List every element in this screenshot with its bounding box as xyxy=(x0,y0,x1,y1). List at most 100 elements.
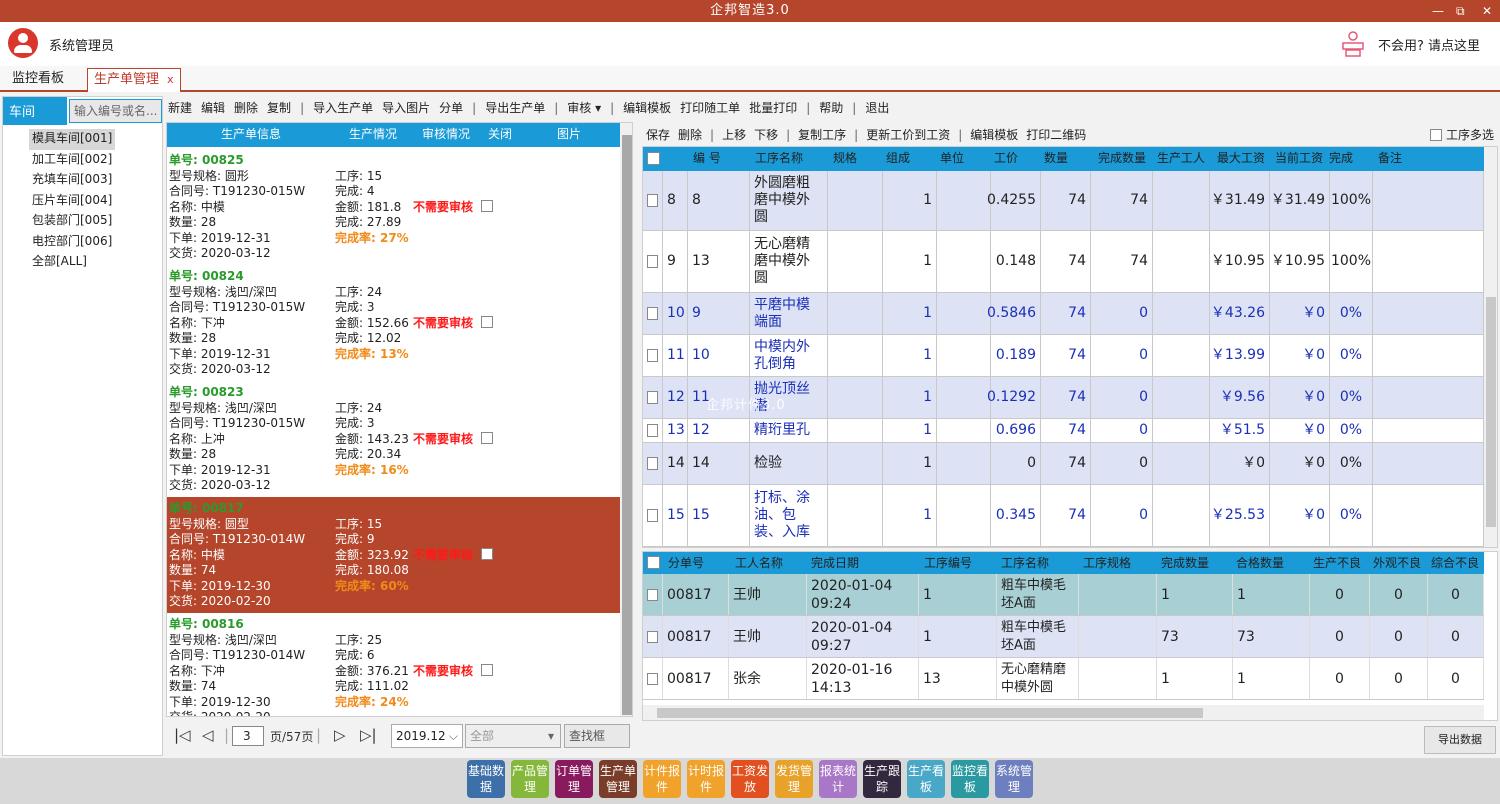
row-checkbox[interactable] xyxy=(647,349,658,362)
process-row[interactable]: 15 15 打标、涂油、包装、入库 1 0.345 74 0 ￥25.53 ￥0 0% xyxy=(643,485,1484,547)
restore-icon[interactable]: ⧉ xyxy=(1456,0,1465,22)
close-checkbox[interactable] xyxy=(481,200,493,212)
module-10-button[interactable]: 生产看板 xyxy=(907,760,945,798)
workshop-item[interactable]: 加工车间[002] xyxy=(29,150,115,171)
module-6-button[interactable]: 工资发放 xyxy=(731,760,769,798)
process-grid-scrollbar[interactable] xyxy=(1484,147,1497,547)
toolbar-button[interactable]: 复制工序 xyxy=(798,126,846,143)
close-checkbox[interactable] xyxy=(481,548,493,560)
module-2-button[interactable]: 订单管理 xyxy=(555,760,593,798)
workshop-search-input[interactable]: 输入编号或名... xyxy=(69,99,162,123)
row-checkbox[interactable] xyxy=(647,672,658,685)
toolbar-button[interactable]: 编辑模板 xyxy=(623,99,671,116)
toolbar-button[interactable]: 下移 xyxy=(754,126,778,143)
tab-monitor-board[interactable]: 监控看板 xyxy=(6,68,70,92)
row-checkbox[interactable] xyxy=(647,391,658,404)
checkbox-cell[interactable] xyxy=(643,335,663,376)
toolbar-button[interactable]: 编辑模板 xyxy=(970,126,1018,143)
row-checkbox[interactable] xyxy=(647,194,658,207)
process-row[interactable]: 10 9 平磨中模端面 1 0.5846 74 0 ￥43.26 ￥0 0% xyxy=(643,293,1484,335)
process-row[interactable]: 11 10 中模内外孔倒角 1 0.189 74 0 ￥13.99 ￥0 0% xyxy=(643,335,1484,377)
close-checkbox[interactable] xyxy=(481,432,493,444)
row-checkbox[interactable] xyxy=(647,255,658,268)
work-cell[interactable] xyxy=(643,616,663,657)
multi-select-toggle[interactable]: 工序多选 xyxy=(1430,126,1494,143)
toolbar-button[interactable]: 上移 xyxy=(722,126,746,143)
order-card[interactable]: 单号: 00816 型号规格: 浅凹/深凹 合同号: T191230-014W 名称:… xyxy=(167,613,620,716)
work-row[interactable]: 00817 张余 2020-01-16 14:13 13 无心磨精磨中模外圆 1 1 0 0 0 xyxy=(643,658,1484,700)
select-all-checkbox[interactable] xyxy=(647,152,660,165)
order-card[interactable]: 单号: 00823 型号规格: 浅凹/深凹 合同号: T191230-015W 名称:… xyxy=(167,381,620,497)
export-button[interactable]: 导出数据 xyxy=(1424,726,1496,754)
close-checkbox[interactable] xyxy=(481,316,493,328)
module-7-button[interactable]: 发货管理 xyxy=(775,760,813,798)
checkbox-cell[interactable] xyxy=(643,377,663,418)
module-4-button[interactable]: 计件报件 xyxy=(643,760,681,798)
scroll-thumb[interactable] xyxy=(1486,297,1496,527)
checkbox-cell[interactable] xyxy=(643,485,663,546)
order-card[interactable]: 单号: 00824 型号规格: 浅凹/深凹 合同号: T191230-015W 名称:… xyxy=(167,265,620,381)
workshop-item[interactable]: 全部[ALL] xyxy=(29,252,115,273)
status-filter[interactable]: 全部 ▾ xyxy=(465,724,561,748)
work-cell[interactable] xyxy=(643,574,663,615)
toolbar-button[interactable]: 导出生产单 xyxy=(485,99,545,116)
scroll-thumb[interactable] xyxy=(657,708,1203,718)
process-row[interactable]: 14 14 检验 1 0 74 0 ￥0 ￥0 0% xyxy=(643,443,1484,485)
process-row[interactable]: 13 12 精珩里孔 1 0.696 74 0 ￥51.5 ￥0 0% xyxy=(643,419,1484,443)
toolbar-button[interactable]: 新建 xyxy=(168,99,192,116)
toolbar-button[interactable]: 打印随工单 xyxy=(680,99,740,116)
order-card[interactable]: 单号: 00825 型号规格: 圆形 合同号: T191230-015W 名称: 中模… xyxy=(167,149,620,265)
module-5-button[interactable]: 计时报件 xyxy=(687,760,725,798)
row-checkbox[interactable] xyxy=(647,457,658,470)
module-8-button[interactable]: 报表统计 xyxy=(819,760,857,798)
first-page-icon[interactable]: |◁ xyxy=(174,726,191,744)
module-1-button[interactable]: 产品管理 xyxy=(511,760,549,798)
work-cell[interactable] xyxy=(643,658,663,699)
search-button[interactable]: 查找框 xyxy=(564,724,630,748)
workshop-item[interactable]: 包装部门[005] xyxy=(29,211,115,232)
module-9-button[interactable]: 生产跟踪 xyxy=(863,760,901,798)
order-list-scrollbar[interactable] xyxy=(620,123,632,716)
toolbar-button[interactable]: 更新工价到工资 xyxy=(866,126,950,143)
row-checkbox[interactable] xyxy=(647,509,658,522)
row-checkbox[interactable] xyxy=(647,424,658,437)
checkbox-cell[interactable] xyxy=(643,171,663,230)
process-row[interactable]: 9 13 无心磨精磨中模外圆 1 0.148 74 74 ￥10.95 ￥10.95 100% xyxy=(643,231,1484,293)
toolbar-button[interactable]: 删除 xyxy=(678,126,702,143)
row-checkbox[interactable] xyxy=(647,588,658,601)
tab-production-order[interactable]: 生产单管理 x xyxy=(87,68,181,92)
multi-select-checkbox[interactable] xyxy=(1430,129,1442,141)
tab-close-icon[interactable]: x xyxy=(167,73,174,86)
workshop-item[interactable]: 模具车间[001] xyxy=(29,129,116,150)
checkbox-cell[interactable] xyxy=(643,419,663,442)
toolbar-button[interactable]: 保存 xyxy=(646,126,670,143)
work-grid-hscrollbar[interactable] xyxy=(643,705,1484,720)
help-link[interactable]: 不会用? 请点这里 xyxy=(1378,35,1480,54)
toolbar-button[interactable]: 批量打印 xyxy=(749,99,797,116)
month-select[interactable]: 2019.12 ⌵ xyxy=(391,724,463,748)
page-input[interactable]: 3 xyxy=(232,726,264,746)
module-12-button[interactable]: 系统管理 xyxy=(995,760,1033,798)
prev-page-icon[interactable]: ◁ xyxy=(202,726,214,744)
checkbox-cell[interactable] xyxy=(643,293,663,334)
work-row[interactable]: 00817 王帅 2020-01-04 09:27 1 粗车中模毛坯A面 73 73 0 0 0 xyxy=(643,616,1484,658)
row-checkbox[interactable] xyxy=(647,307,658,320)
process-row[interactable]: 8 8 外圆磨粗磨中模外圆 1 0.4255 74 74 ￥31.49 ￥31.49 100% xyxy=(643,171,1484,231)
toolbar-button[interactable]: 编辑 xyxy=(201,99,225,116)
workshop-item[interactable]: 充填车间[003] xyxy=(29,170,115,191)
toolbar-button[interactable]: 审核 ▾ xyxy=(567,99,601,116)
work-row[interactable]: 00817 王帅 2020-01-04 09:24 1 粗车中模毛坯A面 1 1 0 0 0 xyxy=(643,574,1484,616)
close-checkbox[interactable] xyxy=(481,664,493,676)
order-card[interactable]: 单号: 00817 型号规格: 圆型 合同号: T191230-014W 名称: 中模… xyxy=(167,497,620,613)
module-11-button[interactable]: 监控看板 xyxy=(951,760,989,798)
workshop-item[interactable]: 压片车间[004] xyxy=(29,191,115,212)
toolbar-button[interactable]: 打印二维码 xyxy=(1026,126,1086,143)
close-icon[interactable]: ✕ xyxy=(1482,0,1492,22)
scroll-thumb[interactable] xyxy=(622,135,632,715)
minimize-icon[interactable]: — xyxy=(1432,0,1444,22)
workshop-item[interactable]: 电控部门[006] xyxy=(29,232,115,253)
row-checkbox[interactable] xyxy=(647,630,658,643)
toolbar-button[interactable]: 导入图片 xyxy=(382,99,430,116)
select-all-checkbox[interactable] xyxy=(647,556,660,569)
checkbox-cell[interactable] xyxy=(643,443,663,484)
